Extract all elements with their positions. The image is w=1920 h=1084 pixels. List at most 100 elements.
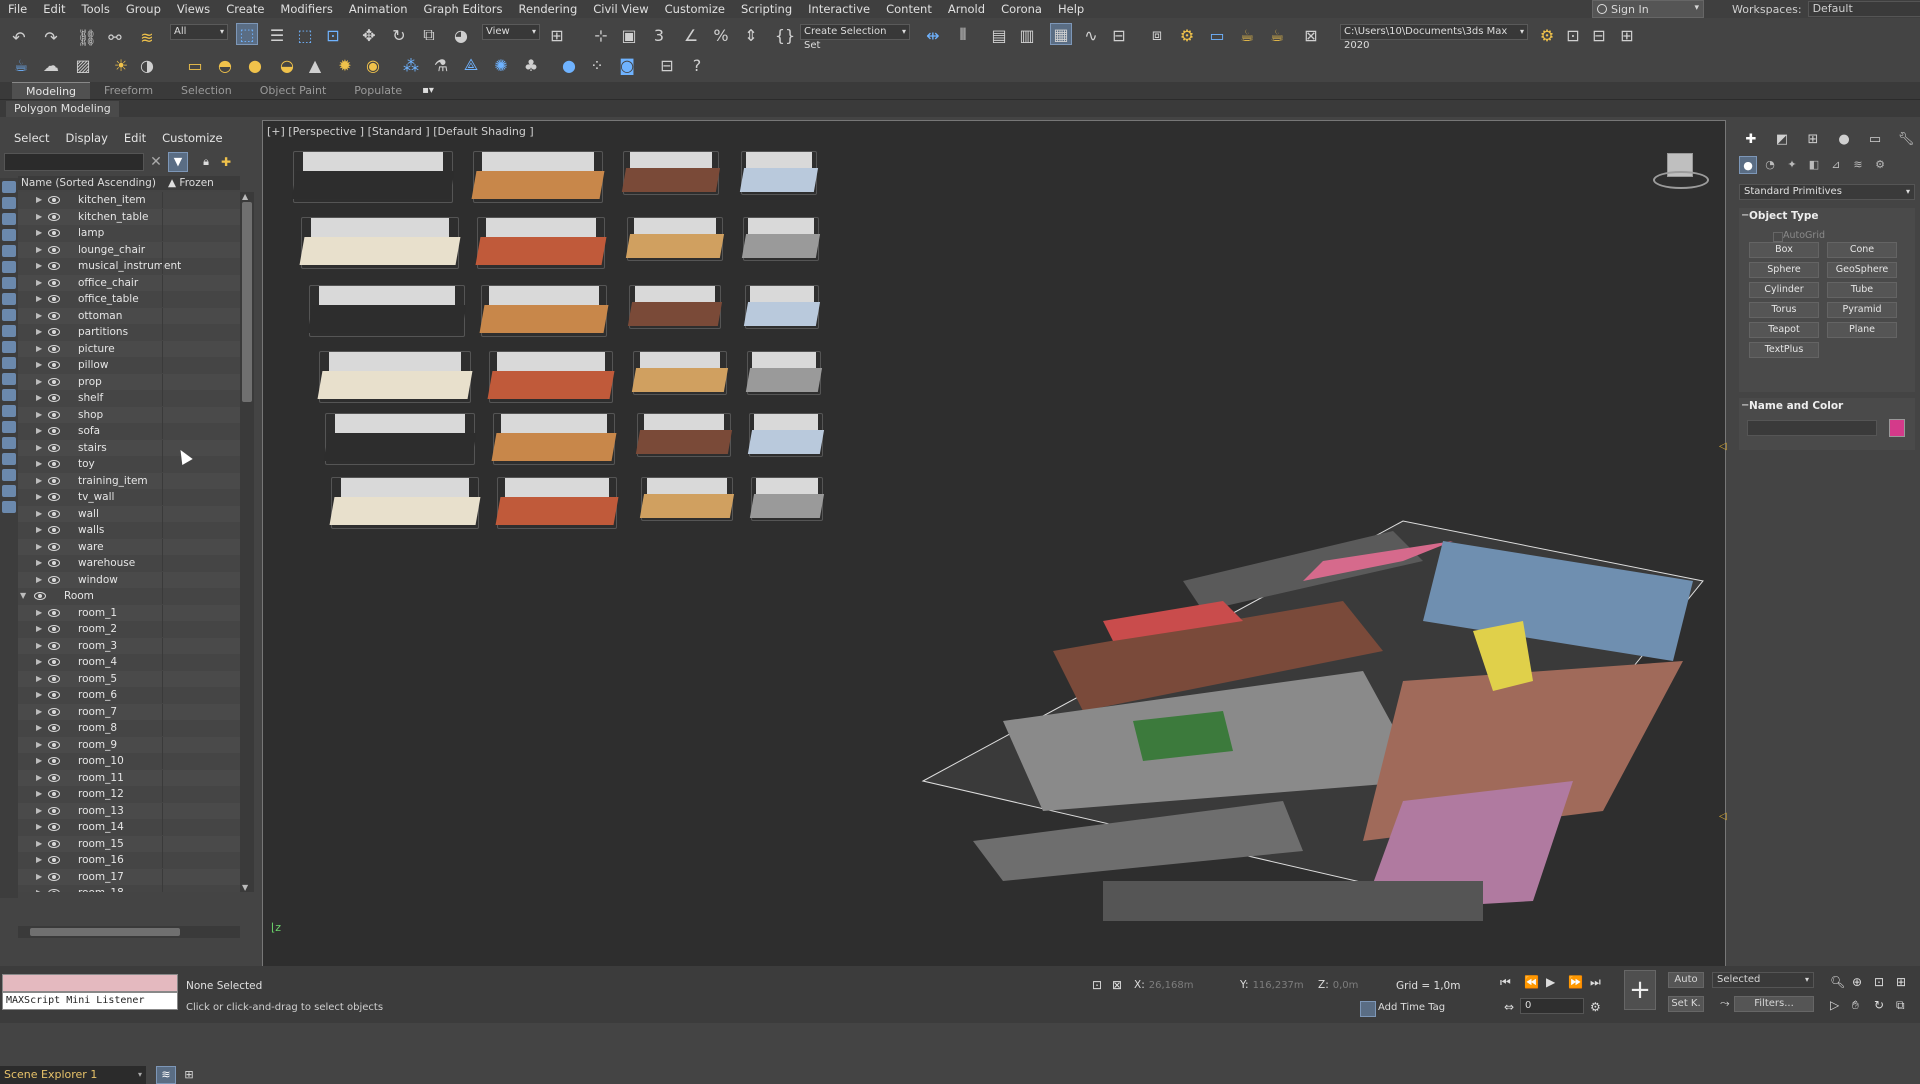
scale-icon[interactable]: ⧉	[418, 24, 440, 46]
orbit-icon[interactable]: ↻	[1874, 998, 1884, 1012]
ribbon-tab-selection[interactable]: Selection	[167, 82, 246, 99]
display-space-warps-icon[interactable]	[2, 261, 16, 273]
reference-coordinate-dropdown[interactable]: View ▾	[482, 24, 540, 40]
list-item[interactable]: ▶ walls	[18, 522, 240, 539]
list-item[interactable]: ▶ ottoman	[18, 307, 240, 324]
expand-arrow-icon[interactable]: ▶	[36, 390, 42, 407]
teapot-icon[interactable]: ☕	[10, 54, 32, 76]
material-preview-icon[interactable]: ◙	[616, 54, 638, 76]
cloud-icon[interactable]: ☁	[40, 54, 62, 76]
display-invert-icon[interactable]	[2, 405, 16, 417]
expand-arrow-icon[interactable]: ▶	[36, 638, 42, 655]
named-selection-icon[interactable]: {}	[774, 24, 796, 46]
menu-animation[interactable]: Animation	[341, 0, 416, 18]
ribbon-tab-freeform[interactable]: Freeform	[90, 82, 167, 99]
current-frame-field[interactable]: 0	[1520, 998, 1584, 1014]
list-item[interactable]: ▶ prop	[18, 373, 240, 390]
textplus-button[interactable]: TextPlus	[1749, 342, 1819, 358]
visibility-eye-icon[interactable]	[48, 509, 60, 518]
list-item[interactable]: ▶ office_chair	[18, 274, 240, 291]
name-column-header[interactable]: Name (Sorted Ascending)	[18, 177, 166, 189]
expand-arrow-icon[interactable]: ▶	[36, 885, 42, 892]
object-color-swatch[interactable]	[1889, 419, 1905, 437]
curve-editor-icon[interactable]: ∿	[1080, 24, 1102, 46]
add-time-tag-button[interactable]: Add Time Tag	[1359, 1001, 1445, 1017]
expand-arrow-icon[interactable]: ▶	[36, 687, 42, 704]
expand-arrow-icon[interactable]: ▶	[36, 572, 42, 589]
scene-explorer-search-input[interactable]	[4, 153, 144, 171]
visibility-eye-icon[interactable]	[48, 773, 60, 782]
list-item[interactable]: ▶ stairs	[18, 439, 240, 457]
visibility-eye-icon[interactable]	[48, 262, 60, 270]
visibility-eye-icon[interactable]	[48, 724, 60, 732]
expand-arrow-icon[interactable]: ▶	[36, 753, 42, 770]
menu-create[interactable]: Create	[218, 0, 272, 18]
expand-arrow-icon[interactable]: ▶	[36, 407, 42, 424]
list-item[interactable]: ▶ room_14	[18, 819, 240, 836]
expand-arrow-icon[interactable]: ▶	[36, 654, 42, 671]
expand-arrow-icon[interactable]: ▶	[36, 671, 42, 688]
spinner-snap-icon[interactable]: ⇕	[740, 24, 762, 46]
move-icon[interactable]: ✥	[358, 24, 380, 46]
scrollbar-thumb[interactable]	[242, 202, 252, 402]
mirror-icon[interactable]: ⇹	[922, 24, 944, 46]
cone-icon[interactable]: ▲	[304, 54, 326, 76]
expand-arrow-icon[interactable]: ▶	[36, 473, 42, 490]
pivot-center-icon[interactable]: ⊞	[546, 24, 568, 46]
schematic-view-icon[interactable]: ⊟	[1108, 24, 1130, 46]
expand-arrow-icon[interactable]: ▶	[36, 341, 42, 358]
keyboard-shortcut-override-icon[interactable]: ▣	[618, 24, 640, 46]
visibility-eye-icon[interactable]	[48, 872, 60, 881]
visibility-eye-icon[interactable]	[48, 839, 60, 848]
visibility-eye-icon[interactable]	[48, 790, 60, 798]
angle-snap-icon[interactable]: ∠	[680, 24, 702, 46]
next-frame-icon[interactable]: ⏩	[1568, 975, 1583, 989]
display-dependents-icon[interactable]	[2, 453, 16, 465]
list-item[interactable]: ▶ room_8	[18, 720, 240, 737]
cylinder-button[interactable]: Cylinder	[1749, 282, 1819, 298]
menu-civil-view[interactable]: Civil View	[585, 0, 656, 18]
expand-arrow-icon[interactable]: ▶	[36, 720, 42, 737]
create-tab-icon[interactable]: ✚	[1741, 130, 1761, 150]
scene-explorer-menu-edit[interactable]: Edit	[116, 131, 154, 145]
time-config-icon[interactable]: ⚙	[1590, 1000, 1601, 1014]
object-category-dropdown[interactable]: Standard Primitives ▾	[1739, 184, 1915, 200]
list-item[interactable]: ▶ kitchen_table	[18, 208, 240, 225]
rendered-frame-window-icon[interactable]: ▭	[1206, 24, 1228, 46]
visibility-eye-icon[interactable]	[48, 658, 60, 666]
sphere-icon[interactable]: ●	[244, 54, 266, 76]
ribbon-tab-populate[interactable]: Populate	[340, 82, 416, 99]
expand-arrow-icon[interactable]: ▶	[36, 819, 42, 836]
maxscript-listener-output[interactable]	[2, 974, 178, 992]
box-button[interactable]: Box	[1749, 242, 1819, 258]
undo-icon[interactable]: ↶	[8, 26, 30, 48]
ribbon-toggle-icon[interactable]: ▦	[1050, 23, 1072, 45]
sort-by-layer-icon[interactable]: ≋	[156, 1066, 176, 1084]
list-item[interactable]: ▶ window	[18, 571, 240, 589]
scrollbar-thumb[interactable]	[30, 928, 180, 936]
globe-icon[interactable]: ●	[558, 54, 580, 76]
display-shapes-icon[interactable]	[2, 197, 16, 209]
modify-tab-icon[interactable]: ◩	[1772, 130, 1792, 150]
cone-button[interactable]: Cone	[1827, 242, 1897, 258]
expand-arrow-icon[interactable]: ▶	[36, 506, 42, 523]
expand-arrow-icon[interactable]: ▶	[36, 737, 42, 754]
link-icon[interactable]: ⛓	[76, 26, 98, 48]
expand-arrow-icon[interactable]: ▶	[36, 242, 42, 259]
ribbon-tab-modeling[interactable]: Modeling	[12, 82, 91, 99]
list-item[interactable]: ▶ toy	[18, 456, 240, 473]
lights-icon[interactable]: ✦	[1783, 156, 1801, 174]
visibility-eye-icon[interactable]	[48, 740, 60, 749]
list-item[interactable]: ▶ room_2	[18, 621, 240, 638]
list-item[interactable]: ▶ room_4	[18, 654, 240, 671]
visibility-eye-icon[interactable]	[48, 674, 60, 683]
image-icon[interactable]: ▨	[72, 54, 94, 76]
visibility-eye-icon[interactable]	[48, 377, 60, 386]
render-iterative-icon[interactable]: ☕	[1266, 24, 1288, 46]
material-editor-icon[interactable]: ⧈	[1146, 24, 1168, 46]
sort-by-hierarchy-icon[interactable]: ⊞	[180, 1066, 198, 1084]
expand-arrow-icon[interactable]: ▶	[36, 440, 42, 457]
menu-content[interactable]: Content	[878, 0, 940, 18]
menu-help[interactable]: Help	[1050, 0, 1092, 18]
display-lights-icon[interactable]	[2, 213, 16, 225]
